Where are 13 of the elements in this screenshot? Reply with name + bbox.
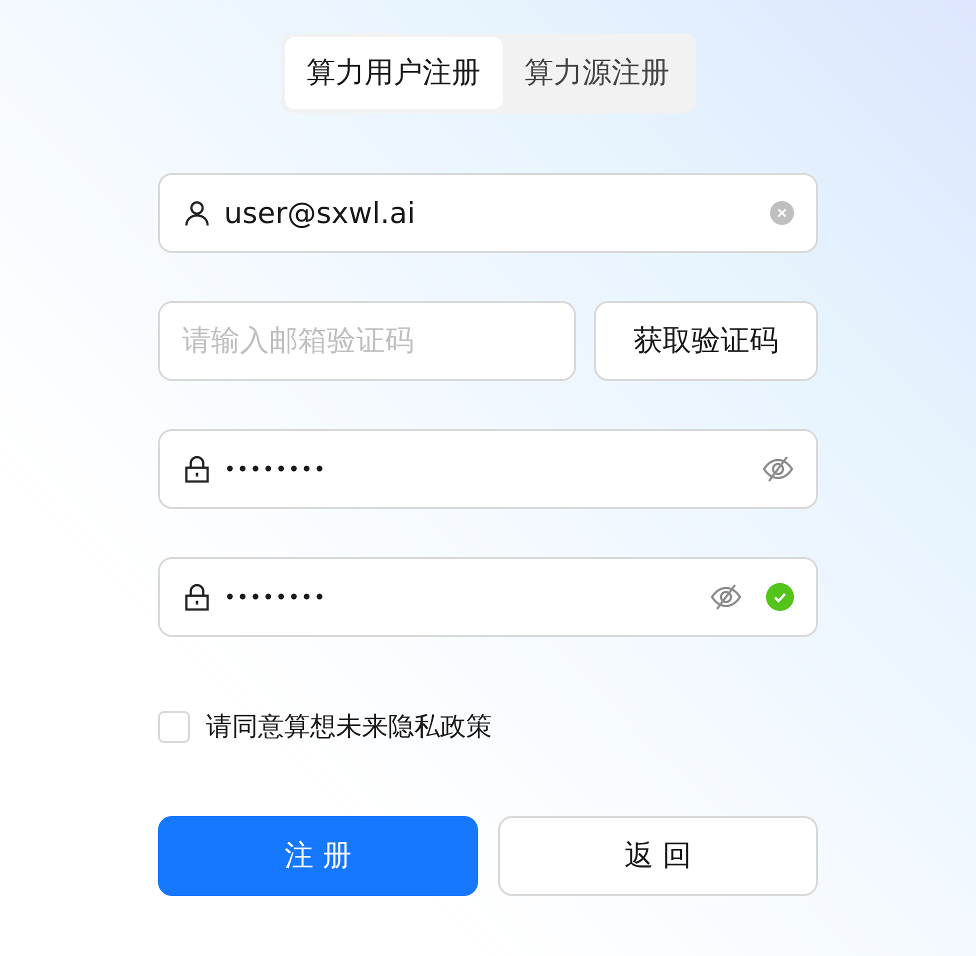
password-field[interactable]: ••••••••	[158, 429, 818, 509]
get-code-button[interactable]: 获取验证码	[594, 301, 818, 381]
checkbox[interactable]	[158, 710, 190, 742]
tab[interactable]: 算力用户注册	[284, 37, 502, 109]
back-button[interactable]: 返 回	[498, 816, 818, 896]
email-field[interactable]: user@sxwl.ai	[158, 173, 818, 253]
password-field[interactable]: ••••••••	[158, 557, 818, 637]
eye-off-icon[interactable]	[762, 455, 794, 483]
register-button[interactable]: 注 册	[158, 816, 478, 896]
clear-icon[interactable]	[770, 201, 794, 225]
agreement-label: 请同意算想未来隐私政策	[206, 711, 492, 744]
eye-off-icon[interactable]	[710, 583, 742, 611]
tab[interactable]: 算力源注册	[502, 37, 692, 109]
